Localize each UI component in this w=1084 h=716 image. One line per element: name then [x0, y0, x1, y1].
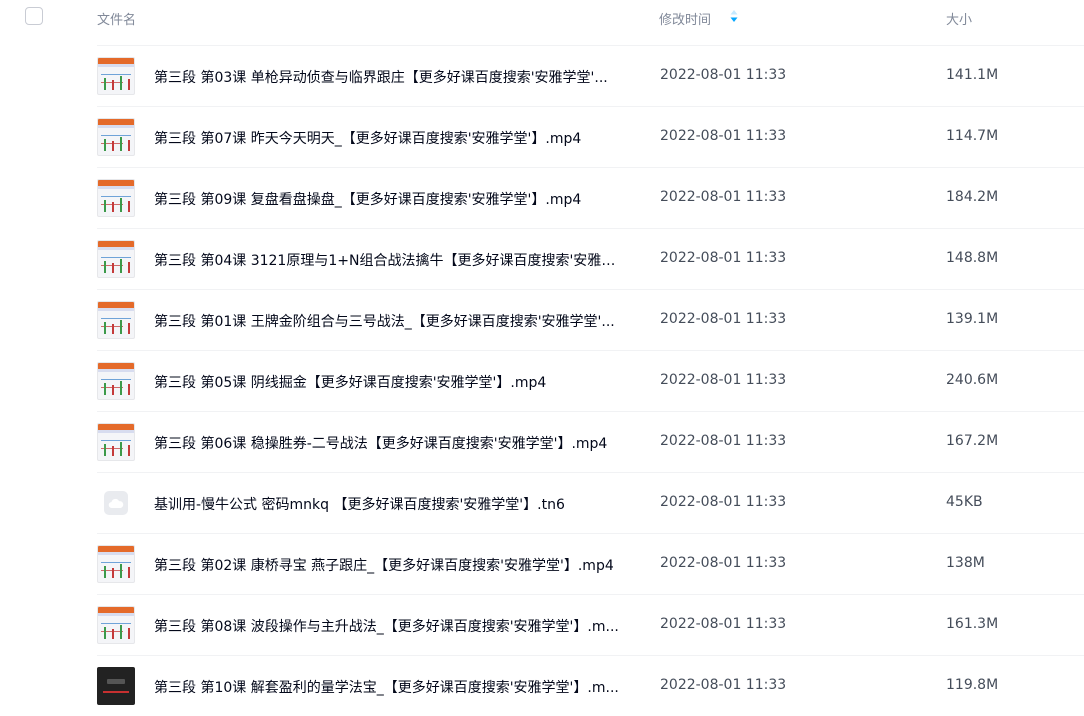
file-row[interactable]: 第三段 第03课 单枪异动侦查与临界跟庄【更多好课百度搜索'安雅学堂'... 20…	[0, 46, 1084, 107]
column-header-modified-time[interactable]: 修改时间	[659, 9, 711, 28]
column-header-name[interactable]: 文件名	[97, 9, 136, 28]
file-modified-time: 2022-08-01 11:33	[660, 128, 787, 144]
file-name[interactable]: 第三段 第02课 康桥寻宝 燕子跟庄_【更多好课百度搜索'安雅学堂'】.mp4	[154, 555, 614, 575]
file-modified-time: 2022-08-01 11:33	[660, 189, 787, 205]
video-thumbnail	[97, 545, 135, 583]
file-row[interactable]: 第三段 第02课 康桥寻宝 燕子跟庄_【更多好课百度搜索'安雅学堂'】.mp4 2…	[0, 534, 1084, 595]
file-modified-time: 2022-08-01 11:33	[660, 433, 787, 449]
file-size: 138M	[946, 555, 985, 571]
file-name[interactable]: 第三段 第05课 阴线掘金【更多好课百度搜索'安雅学堂'】.mp4	[154, 372, 546, 392]
file-size: 114.7M	[946, 128, 999, 144]
file-modified-time: 2022-08-01 11:33	[660, 372, 787, 388]
file-name[interactable]: 第三段 第08课 波段操作与主升战法_【更多好课百度搜索'安雅学堂'】.m...	[154, 616, 619, 636]
file-name[interactable]: 第三段 第10课 解套盈利的量学法宝_【更多好课百度搜索'安雅学堂'】.m...	[154, 677, 619, 697]
file-icon	[97, 484, 135, 522]
file-list-view: 文件名 修改时间 大小 第三段 第03课 单枪异动侦查与临界跟庄【更多好课百度搜…	[0, 0, 1084, 716]
video-thumbnail	[97, 362, 135, 400]
file-row[interactable]: 第三段 第06课 稳操胜券-二号战法【更多好课百度搜索'安雅学堂'】.mp4 20…	[0, 412, 1084, 473]
file-size: 139.1M	[946, 311, 999, 327]
file-name[interactable]: 第三段 第06课 稳操胜券-二号战法【更多好课百度搜索'安雅学堂'】.mp4	[154, 433, 607, 453]
video-thumbnail	[97, 179, 135, 217]
file-name[interactable]: 第三段 第03课 单枪异动侦查与临界跟庄【更多好课百度搜索'安雅学堂'...	[154, 67, 608, 87]
file-name[interactable]: 第三段 第07课 昨天今天明天_【更多好课百度搜索'安雅学堂'】.mp4	[154, 128, 581, 148]
file-modified-time: 2022-08-01 11:33	[660, 494, 787, 510]
file-row[interactable]: 第三段 第04课 3121原理与1+N组合战法擒牛【更多好课百度搜索'安雅学..…	[0, 229, 1084, 290]
file-size: 45KB	[946, 494, 983, 510]
list-header: 文件名 修改时间 大小	[0, 0, 1084, 46]
file-modified-time: 2022-08-01 11:33	[660, 311, 787, 327]
video-thumbnail	[97, 667, 135, 705]
file-modified-time: 2022-08-01 11:33	[660, 250, 787, 266]
file-size: 240.6M	[946, 372, 999, 388]
file-modified-time: 2022-08-01 11:33	[660, 616, 787, 632]
file-size: 119.8M	[946, 677, 999, 693]
file-size: 148.8M	[946, 250, 999, 266]
file-size: 141.1M	[946, 67, 999, 83]
column-header-size[interactable]: 大小	[946, 9, 972, 28]
video-thumbnail	[97, 606, 135, 644]
sort-desc-icon[interactable]	[729, 9, 739, 23]
video-thumbnail	[97, 240, 135, 278]
file-row[interactable]: 第三段 第08课 波段操作与主升战法_【更多好课百度搜索'安雅学堂'】.m...…	[0, 595, 1084, 656]
file-rows: 第三段 第03课 单枪异动侦查与临界跟庄【更多好课百度搜索'安雅学堂'... 20…	[0, 46, 1084, 716]
video-thumbnail	[97, 57, 135, 95]
file-row[interactable]: 第三段 第05课 阴线掘金【更多好课百度搜索'安雅学堂'】.mp4 2022-08…	[0, 351, 1084, 412]
file-name[interactable]: 基训用-慢牛公式 密码mnkq 【更多好课百度搜索'安雅学堂'】.tn6	[154, 494, 565, 514]
video-thumbnail	[97, 301, 135, 339]
file-size: 184.2M	[946, 189, 999, 205]
video-thumbnail	[97, 118, 135, 156]
file-row[interactable]: 第三段 第10课 解套盈利的量学法宝_【更多好课百度搜索'安雅学堂'】.m...…	[0, 656, 1084, 716]
file-modified-time: 2022-08-01 11:33	[660, 677, 787, 693]
file-name[interactable]: 第三段 第04课 3121原理与1+N组合战法擒牛【更多好课百度搜索'安雅学..…	[154, 250, 626, 270]
file-name[interactable]: 第三段 第09课 复盘看盘操盘_【更多好课百度搜索'安雅学堂'】.mp4	[154, 189, 581, 209]
select-all-checkbox[interactable]	[25, 7, 43, 25]
file-modified-time: 2022-08-01 11:33	[660, 555, 787, 571]
file-size: 161.3M	[946, 616, 999, 632]
file-size: 167.2M	[946, 433, 999, 449]
video-thumbnail	[97, 423, 135, 461]
file-name[interactable]: 第三段 第01课 王牌金阶组合与三号战法_【更多好课百度搜索'安雅学堂'...	[154, 311, 615, 331]
file-row[interactable]: 第三段 第07课 昨天今天明天_【更多好课百度搜索'安雅学堂'】.mp4 2022…	[0, 107, 1084, 168]
file-row[interactable]: 基训用-慢牛公式 密码mnkq 【更多好课百度搜索'安雅学堂'】.tn6 2022…	[0, 473, 1084, 534]
file-row[interactable]: 第三段 第01课 王牌金阶组合与三号战法_【更多好课百度搜索'安雅学堂'... 2…	[0, 290, 1084, 351]
file-row[interactable]: 第三段 第09课 复盘看盘操盘_【更多好课百度搜索'安雅学堂'】.mp4 2022…	[0, 168, 1084, 229]
file-modified-time: 2022-08-01 11:33	[660, 67, 787, 83]
